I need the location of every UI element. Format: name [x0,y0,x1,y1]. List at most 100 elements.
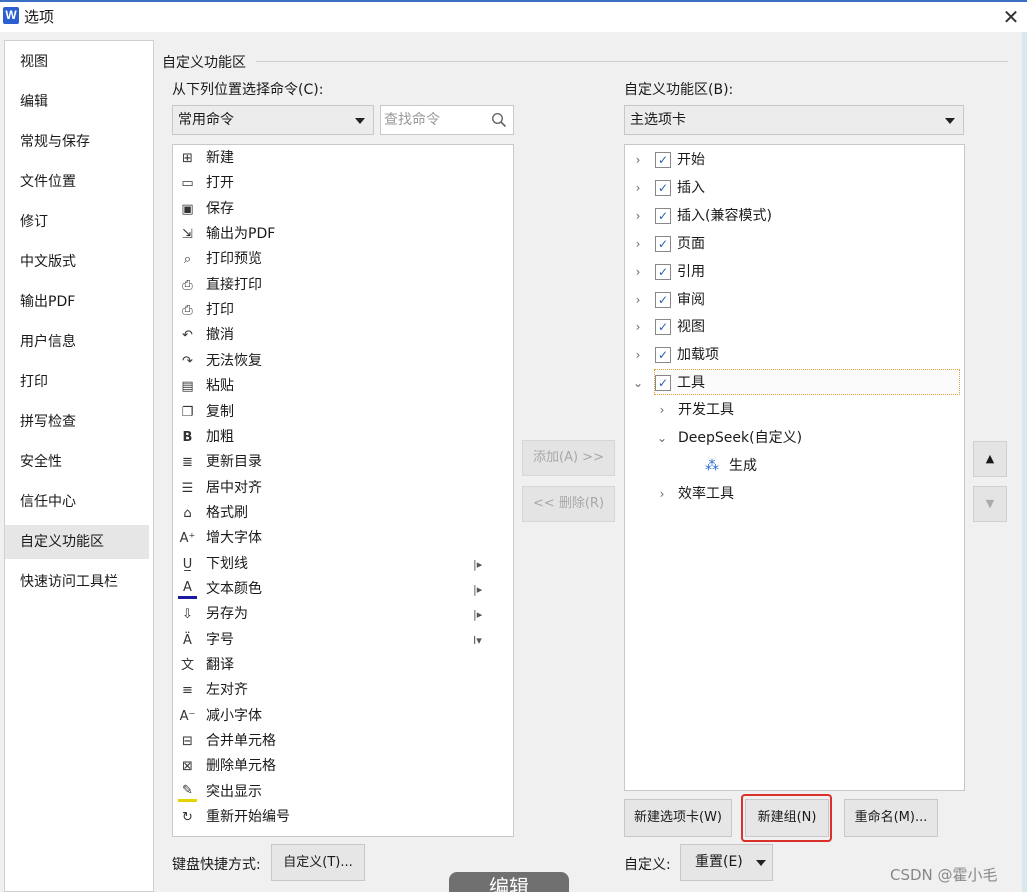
tab-checkbox[interactable]: ✓ [655,375,671,392]
close-button[interactable]: ✕ [998,6,1024,30]
ribbon-tab-node[interactable]: ⌄ ✓ 工具 [625,370,963,396]
chevron-right-icon[interactable]: › [631,314,645,340]
nav-item[interactable]: 用户信息 [5,325,149,359]
save-icon: ▣ [181,201,194,217]
rename-button[interactable]: 重命名(M)... [844,799,938,837]
tab-checkbox[interactable]: ✓ [655,263,671,280]
nav-item[interactable]: 快速访问工具栏 [5,565,149,599]
command-item[interactable]: ⎙ 直接打印 [178,273,488,298]
command-search-input[interactable] [384,110,484,130]
ribbon-tab-node[interactable]: › ✓ 引用 [625,259,963,285]
chevron-down-icon[interactable]: ⌄ [655,425,669,451]
nav-item[interactable]: 编辑 [5,85,149,119]
command-source-select[interactable]: 常用命令 [172,105,374,135]
command-item[interactable]: ☰ 居中对齐 [178,476,488,501]
command-item[interactable]: ↻ 重新开始编号 [178,805,488,830]
command-item[interactable]: ↶ 撤消 [178,323,488,348]
add-command-button[interactable]: 添加(A) >> [522,440,615,476]
ribbon-group-node[interactable]: › 效率工具 [625,481,963,507]
chevron-down-icon[interactable]: ⌄ [631,370,645,396]
dropdown-arrow-icon [945,118,955,124]
command-item[interactable]: ⊟ 合并单元格 [178,729,488,754]
ribbon-tab-node[interactable]: › ✓ 加载项 [625,342,963,368]
nav-item[interactable]: 信任中心 [5,485,149,519]
nav-item[interactable]: 打印 [5,365,149,399]
command-item[interactable]: A⁻ 减小字体 [178,704,488,729]
ribbon-tab-node[interactable]: › ✓ 插入 [625,175,963,201]
chevron-right-icon[interactable]: › [655,397,669,423]
customize-shortcut-button[interactable]: 自定义(T)... [271,844,365,881]
command-item[interactable]: ⇲ 输出为PDF [178,222,488,247]
tab-checkbox[interactable]: ✓ [655,235,671,252]
command-item[interactable]: ❐ 复制 [178,400,488,425]
chevron-right-icon[interactable]: › [655,481,669,507]
ribbon-tree[interactable]: › ✓ 开始 › ✓ 插入 › ✓ 插入(兼容模式) › ✓ 页面 › ✓ 引用 › ✓ 审阅 › ✓ 视图 › ✓ 加载项 ⌄… [624,144,965,791]
command-item[interactable]: A⁺ 增大字体 [178,526,488,551]
ribbon-group-node[interactable]: › 开发工具 [625,397,963,423]
command-item[interactable]: ≣ 更新目录 [178,450,488,475]
nav-item[interactable]: 文件位置 [5,165,149,199]
command-label: 合并单元格 [206,733,276,750]
decrease-font-icon: A⁻ [179,708,196,724]
ribbon-tab-node[interactable]: › ✓ 审阅 [625,287,963,313]
nav-item[interactable]: 常规与保存 [5,125,149,159]
tab-checkbox[interactable]: ✓ [655,179,671,196]
chevron-right-icon[interactable]: › [631,342,645,368]
ribbon-command-node[interactable]: 生成 ⁂ [625,453,963,479]
tab-checkbox[interactable]: ✓ [655,347,671,364]
ribbon-tab-node[interactable]: › ✓ 页面 [625,231,963,257]
ribbon-tab-node[interactable]: › ✓ 视图 [625,314,963,340]
chevron-right-icon[interactable]: › [631,147,645,173]
command-item[interactable]: A 文本颜色 |▸ [178,577,488,602]
command-item[interactable]: ✎ 突出显示 [178,780,488,805]
command-item[interactable]: ⌕ 打印预览 [178,247,488,272]
edit-overlay[interactable]: 编辑 [449,872,569,892]
nav-item[interactable]: 输出PDF [5,285,149,319]
nav-item[interactable]: 自定义功能区 [5,525,149,559]
command-item[interactable]: ▤ 粘贴 [178,374,488,399]
new-group-button[interactable]: 新建组(N) [745,799,829,837]
ribbon-tab-node[interactable]: › ✓ 插入(兼容模式) [625,203,963,229]
print-icon: ⎙ [182,303,193,319]
command-item[interactable]: ⎙ 打印 [178,298,488,323]
command-item[interactable]: ▣ 保存 [178,197,488,222]
search-icon[interactable] [491,112,507,128]
command-item[interactable]: 文翻译 [178,653,488,678]
nav-item[interactable]: 拼写检查 [5,405,149,439]
command-item[interactable]: Ä 字号 I▾ [178,628,488,653]
font-size-icon: Ä [183,632,192,648]
command-item[interactable]: ⊠ 删除单元格 [178,754,488,779]
chevron-right-icon[interactable]: › [631,231,645,257]
chevron-right-icon[interactable]: › [631,203,645,229]
command-list[interactable]: ▲ ▼ ⊞新建▭打开▣保存⇲输出为PDF⌕打印预览⎙直接打印⎙打印↶撤消↷无法恢… [172,144,514,837]
command-item[interactable]: ▭ 打开 [178,171,488,196]
remove-command-button[interactable]: << 删除(R) [522,486,615,522]
tab-checkbox[interactable]: ✓ [655,291,671,308]
tree-node-label: 生成 [729,458,757,474]
command-item[interactable]: ⌂ 格式刷 [178,501,488,526]
command-item[interactable]: ↷ 无法恢复 [178,349,488,374]
command-item[interactable]: ⊞ 新建 [178,146,488,171]
nav-item[interactable]: 中文版式 [5,245,149,279]
ribbon-tab-node[interactable]: › ✓ 开始 [625,147,963,173]
chevron-right-icon[interactable]: › [631,175,645,201]
tab-checkbox[interactable]: ✓ [655,319,671,336]
reset-dropdown-arrow-icon[interactable] [756,860,766,866]
chevron-right-icon[interactable]: › [631,259,645,285]
nav-item[interactable]: 视图 [5,45,149,79]
nav-item[interactable]: 修订 [5,205,149,239]
move-up-button[interactable]: ▲ [973,441,1007,477]
command-item[interactable]: ≡ 左对齐 [178,678,488,703]
new-tab-button[interactable]: 新建选项卡(W) [624,799,732,837]
nav-item[interactable]: 安全性 [5,445,149,479]
ribbon-group-node[interactable]: ⌄ DeepSeek(自定义) [625,425,963,451]
command-item[interactable]: U̲ 下划线 |▸ [178,552,488,577]
ribbon-tab-select[interactable]: 主选项卡 [624,105,964,135]
command-item[interactable]: B 加粗 [178,425,488,450]
command-item[interactable]: ⇩ 另存为 |▸ [178,602,488,627]
move-down-button[interactable]: ▼ [973,486,1007,522]
tab-checkbox[interactable]: ✓ [655,152,671,168]
tab-checkbox[interactable]: ✓ [655,207,671,224]
chevron-right-icon[interactable]: › [631,287,645,313]
reset-button[interactable]: 重置(E) [680,844,773,881]
